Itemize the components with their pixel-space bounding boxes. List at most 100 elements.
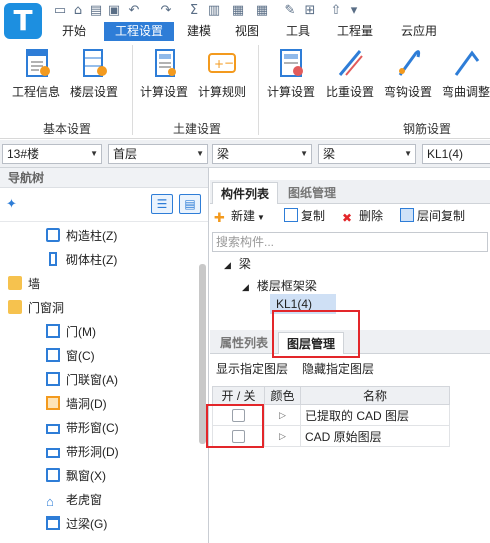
component-type-select[interactable]: 梁 ▼: [212, 144, 312, 164]
calc-rules-icon: + −: [206, 47, 238, 79]
show-layers-button[interactable]: 显示指定图层: [216, 358, 288, 380]
tree-node-floor-frame-beam[interactable]: ◢ 楼层框架梁: [242, 276, 317, 296]
table-icon[interactable]: ▦: [254, 3, 270, 19]
project-info-button[interactable]: 工程信息: [8, 47, 64, 100]
tab-modeling[interactable]: 建模: [180, 22, 218, 41]
component-subtype-select[interactable]: 梁 ▼: [318, 144, 416, 164]
sparkle-icon[interactable]: ✦: [6, 196, 17, 212]
ribbon: 工程信息 楼层设置 基本设置 计算设置 + − 计算规则 土建设置 计算设置 比重…: [0, 41, 490, 139]
new-file-icon[interactable]: ▭: [52, 3, 68, 19]
bend-adjust-icon: [450, 47, 482, 79]
calculator-icon[interactable]: ▦: [230, 3, 246, 19]
folder-icon[interactable]: ▤: [88, 3, 104, 19]
civil-calc-settings-button[interactable]: 计算设置: [136, 47, 192, 100]
group-civil-settings: 土建设置: [172, 122, 221, 136]
hook-settings-label: 弯钩设置: [383, 85, 432, 99]
expand-icon[interactable]: ▷: [264, 404, 301, 426]
nav-item-masonry-column[interactable]: 砌体柱(Z): [46, 250, 117, 270]
hook-settings-button[interactable]: 弯钩设置: [380, 47, 436, 100]
component-select[interactable]: KL1(4): [422, 144, 490, 164]
nav-item-door[interactable]: 门(M): [46, 322, 96, 342]
tab-property-list[interactable]: 属性列表: [212, 332, 276, 354]
navigation-tree: 导航树 ✦ ☰ ▤ 构造柱(Z) 砌体柱(Z) 墙 门窗洞 门(M) 窗(C) …: [0, 168, 209, 543]
project-info-label: 工程信息: [11, 85, 60, 99]
tab-project-settings[interactable]: 工程设置: [104, 22, 174, 41]
card-view-icon[interactable]: ▤: [179, 194, 201, 214]
nav-item-bay-window[interactable]: 飘窗(X): [46, 466, 106, 486]
copy-button[interactable]: 复制: [284, 205, 325, 227]
weight-settings-button[interactable]: 比重设置: [322, 47, 378, 100]
bay-window-icon: [46, 468, 60, 482]
chevron-down-icon: ▼: [90, 149, 98, 158]
nav-header: 导航树: [0, 168, 208, 188]
nav-item-strip-opening[interactable]: 带形洞(D): [46, 442, 119, 462]
nav-toolbar: ✦ ☰ ▤: [0, 188, 208, 222]
tab-tools[interactable]: 工具: [280, 22, 316, 41]
expand-icon[interactable]: ▷: [264, 425, 301, 447]
undo-icon[interactable]: ↶: [126, 3, 142, 19]
app-logo: T: [4, 3, 42, 39]
redo-icon[interactable]: ↷: [158, 3, 174, 19]
ribbon-separator: [132, 45, 133, 135]
floor-select[interactable]: 首层 ▼: [108, 144, 208, 164]
layer-name: CAD 原始图层: [300, 425, 450, 447]
title-bar: T ▭ ⌂ ▤ ▣ ↶ ↷ Σ ▥ ▦ ▦ ✎ ⊞ ⇧ ▾: [0, 0, 490, 39]
component-tabs: 构件列表 图纸管理: [210, 180, 490, 204]
lintel-icon: [46, 516, 60, 530]
floor-settings-label: 楼层设置: [69, 85, 118, 99]
bend-adjust-button[interactable]: 弯曲调整: [438, 47, 490, 100]
nav-item-strip-window[interactable]: 带形窗(C): [46, 418, 119, 438]
nav-item-dormer[interactable]: ⌂ 老虎窗: [46, 490, 102, 510]
save-icon[interactable]: ▣: [106, 3, 122, 19]
floor-copy-button[interactable]: 层间复制: [400, 205, 465, 227]
nav-item-openings[interactable]: 门窗洞: [8, 298, 64, 318]
tab-quantities[interactable]: 工程量: [330, 22, 380, 41]
hide-layers-button[interactable]: 隐藏指定图层: [302, 358, 374, 380]
folder-icon: [8, 276, 22, 290]
component-search-input[interactable]: 搜索构件...: [212, 232, 488, 252]
tab-start[interactable]: 开始: [52, 22, 96, 41]
nav-item-wall[interactable]: 墙: [8, 274, 40, 294]
chevron-down-icon: ▼: [196, 149, 204, 158]
grid-icon[interactable]: ⊞: [302, 3, 318, 19]
pencil-icon[interactable]: ✎: [282, 3, 298, 19]
tree-node-beam[interactable]: ◢ 梁: [224, 254, 251, 274]
new-button[interactable]: ✚ 新建 ▼: [214, 205, 265, 227]
sigma-icon[interactable]: Σ: [186, 3, 202, 19]
chevron-down-icon: ▼: [257, 213, 265, 222]
rebar-calc-settings-button[interactable]: 计算设置: [262, 47, 320, 100]
calc-rules-button[interactable]: + − 计算规则: [194, 47, 250, 100]
selector-bar: 13#楼 ▼ 首层 ▼ 梁 ▼ 梁 ▼ KL1(4): [0, 140, 490, 168]
delete-icon: ✖: [342, 211, 353, 225]
collapse-icon: ◢: [242, 282, 249, 292]
nav-item-door-window[interactable]: 门联窗(A): [46, 370, 118, 390]
tab-view[interactable]: 视图: [228, 22, 266, 41]
bar-chart-icon[interactable]: ▥: [206, 3, 222, 19]
floor-settings-button[interactable]: 楼层设置: [66, 47, 122, 100]
open-icon[interactable]: ⌂: [70, 3, 86, 19]
floor-copy-icon: [400, 208, 414, 222]
building-select[interactable]: 13#楼 ▼: [2, 144, 102, 164]
dropdown-icon[interactable]: ▾: [346, 3, 362, 19]
column-name: 名称: [300, 386, 450, 405]
folder-open-icon: [8, 300, 22, 314]
nav-scrollbar[interactable]: [199, 264, 206, 444]
tab-cloud-apps[interactable]: 云应用: [394, 22, 444, 41]
pin-icon[interactable]: ⇧: [328, 3, 344, 19]
column-color: 颜色: [264, 386, 301, 405]
nav-item-window[interactable]: 窗(C): [46, 346, 95, 366]
civil-calc-settings-label: 计算设置: [139, 85, 188, 99]
strip-opening-icon: [46, 448, 60, 458]
nav-item-wall-opening[interactable]: 墙洞(D): [46, 394, 107, 414]
delete-button[interactable]: ✖ 删除: [342, 205, 383, 227]
nav-item-lintel[interactable]: 过梁(G): [46, 514, 107, 534]
svg-text:−: −: [224, 56, 234, 70]
tab-drawing-management[interactable]: 图纸管理: [280, 182, 344, 204]
group-basic-settings: 基本设置: [42, 122, 91, 136]
bend-adjust-label: 弯曲调整: [441, 85, 490, 99]
door-window-icon: [46, 372, 60, 386]
tab-component-list[interactable]: 构件列表: [212, 182, 279, 204]
nav-item-construction-column[interactable]: 构造柱(Z): [46, 226, 117, 246]
construction-column-icon: [46, 228, 60, 242]
list-view-icon[interactable]: ☰: [151, 194, 173, 214]
